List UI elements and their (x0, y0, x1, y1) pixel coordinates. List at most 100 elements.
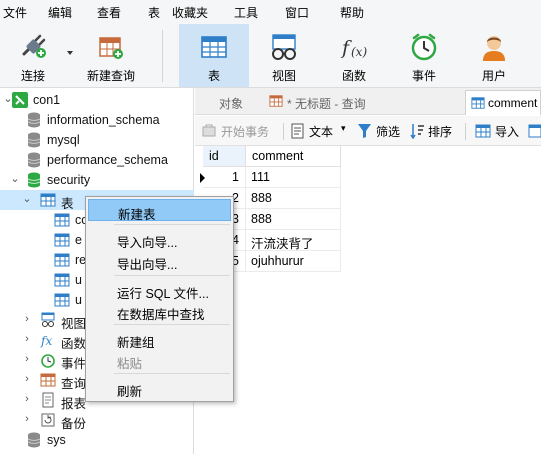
new-query-label: 新建查询 (86, 69, 135, 83)
menu-view[interactable]: 查看 (97, 4, 121, 21)
chevron-right-icon[interactable]: › (21, 313, 33, 325)
menu-separator (114, 224, 230, 225)
tree-connection[interactable]: ⌄ con1 (0, 90, 194, 110)
toolbar-separator (162, 30, 163, 82)
cell-id[interactable]: 1 (203, 167, 246, 188)
table-icon (54, 213, 70, 227)
tab-untitled-query[interactable]: * 无标题 - 查询 (267, 90, 463, 115)
main-toolbar: 连接 新建查询 表 视图 f (x) 函数 事件 用户 (0, 24, 541, 88)
chevron-down-icon: ▾ (341, 123, 346, 133)
menu-separator (114, 373, 230, 374)
menu-file[interactable]: 文件 (3, 4, 27, 21)
menu-paste[interactable]: 粘贴 (88, 349, 231, 371)
menu-refresh[interactable]: 刷新 (88, 377, 231, 399)
column-header-id[interactable]: id (203, 146, 246, 167)
import-label: 导入 (495, 125, 520, 139)
menu-find-in-database[interactable]: 在数据库中查找 (88, 300, 231, 322)
event-label: 事件 (411, 69, 436, 83)
table-name: e (75, 233, 82, 247)
transaction-icon (202, 124, 216, 137)
begin-transaction-label: 开始事务 (221, 125, 270, 139)
tree-db-sys[interactable]: sys (0, 430, 194, 450)
new-query-button[interactable]: 新建查询 (76, 24, 146, 87)
column-header-comment[interactable]: comment (246, 146, 341, 167)
database-icon (27, 132, 41, 148)
tab-label: comment (488, 96, 538, 110)
toolbar-separator (465, 123, 466, 140)
database-icon (27, 432, 41, 448)
svg-text:fx: fx (40, 334, 52, 348)
chevron-right-icon[interactable]: › (21, 393, 33, 405)
svg-text:(x): (x) (351, 45, 367, 59)
menu-table[interactable]: 表 (148, 4, 160, 21)
connection-icon (12, 92, 28, 108)
cell-comment[interactable]: 888 (246, 188, 341, 209)
cell-comment[interactable]: 888 (246, 209, 341, 230)
filter-icon (358, 124, 371, 138)
table-icon (54, 273, 70, 287)
connection-name: con1 (33, 93, 61, 107)
export-icon[interactable] (528, 123, 541, 139)
database-name: sys (47, 433, 66, 447)
tab-comment[interactable]: comment (465, 90, 541, 115)
new-query-icon (99, 37, 123, 59)
database-name: security (47, 173, 91, 187)
tree-backup-node[interactable]: › 备份 (0, 410, 194, 431)
user-icon (483, 36, 505, 61)
cell-comment[interactable]: 111 (246, 167, 341, 188)
menu-edit[interactable]: 编辑 (48, 4, 72, 21)
chevron-right-icon[interactable]: › (21, 413, 33, 425)
view-button[interactable]: 视图 (253, 24, 315, 87)
database-name: mysql (47, 133, 80, 147)
connect-button[interactable]: 连接 (0, 24, 66, 87)
menu-tools[interactable]: 工具 (234, 4, 258, 21)
tree-db-performance-schema[interactable]: performance_schema (0, 150, 194, 170)
table-name: u (75, 273, 82, 287)
table-icon (201, 36, 227, 58)
chevron-down-icon[interactable]: ⌄ (9, 173, 21, 185)
menu-new-group[interactable]: 新建组 (88, 328, 231, 350)
toolbar-separator (283, 123, 284, 140)
menu-window[interactable]: 窗口 (285, 4, 309, 21)
import-icon (475, 124, 491, 138)
report-icon (42, 392, 54, 408)
context-menu: 新建表 导入向导... 导出向导... 运行 SQL 文件... 在数据库中查找… (85, 196, 234, 402)
menu-import-wizard[interactable]: 导入向导... (88, 228, 231, 250)
event-button[interactable]: 事件 (393, 24, 455, 87)
user-button[interactable]: 用户 (463, 24, 525, 87)
chevron-right-icon[interactable]: › (21, 333, 33, 345)
tab-objects[interactable]: 对象 (195, 90, 267, 115)
table-label: 表 (207, 69, 220, 83)
tree-db-mysql[interactable]: mysql (0, 130, 194, 150)
view-label: 视图 (271, 69, 296, 83)
cell-comment[interactable]: 汗流浃背了 (246, 230, 341, 251)
function-button[interactable]: f (x) 函数 (323, 24, 385, 87)
table-icon (40, 193, 56, 207)
table-toolbar: 开始事务 文本 ▾ 筛选 排序 导入 (195, 116, 541, 146)
table-button[interactable]: 表 (179, 24, 249, 87)
tree-db-information-schema[interactable]: information_schema (0, 110, 194, 130)
menu-run-sql-file[interactable]: 运行 SQL 文件... (88, 279, 231, 301)
tab-label: 对象 (219, 97, 244, 111)
menu-help[interactable]: 帮助 (340, 4, 364, 21)
menu-favorites[interactable]: 收藏夹 (172, 4, 208, 21)
chevron-down-icon[interactable] (67, 51, 73, 55)
function-icon: f (x) (340, 37, 367, 59)
chevron-right-icon[interactable]: › (21, 353, 33, 365)
database-name: information_schema (47, 113, 160, 127)
menu-export-wizard[interactable]: 导出向导... (88, 250, 231, 272)
text-label: 文本 (309, 125, 334, 139)
table-icon (471, 97, 485, 109)
function-icon: fx (40, 334, 52, 348)
backup-icon (41, 413, 55, 427)
function-label: 函数 (341, 69, 366, 83)
menu-bar: 文件 编辑 查看 表 收藏夹 工具 窗口 帮助 (0, 0, 541, 24)
chevron-down-icon[interactable]: ⌄ (21, 193, 33, 205)
chevron-right-icon[interactable]: › (21, 373, 33, 385)
menu-new-table[interactable]: 新建表 (88, 199, 231, 222)
menu-separator (114, 275, 230, 276)
connect-label: 连接 (20, 69, 45, 83)
tree-db-security[interactable]: ⌄ security (0, 170, 194, 190)
clock-icon (411, 33, 437, 61)
cell-comment[interactable]: ojuhhurur (246, 251, 341, 272)
